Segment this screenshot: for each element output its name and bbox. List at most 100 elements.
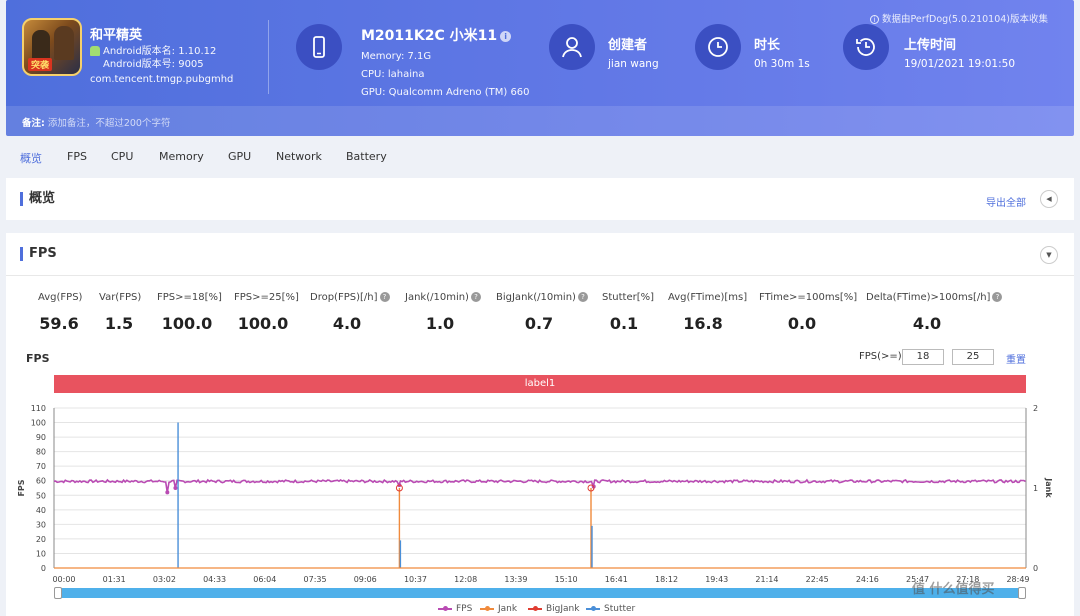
metric-label: FPS>=25[%] [234,292,299,303]
legend-swatch [586,605,600,611]
info-icon: i [870,15,880,24]
overview-title: 概览 [20,192,55,206]
header-divider [268,20,269,94]
help-icon[interactable]: ? [992,292,1003,302]
tab-gpu[interactable]: GPU [228,150,251,163]
x-tick-label: 21:14 [755,575,778,584]
metric-value: 0.7 [524,314,554,333]
legend-item-stutter[interactable]: Stutter [586,604,635,614]
y2-tick-label: 1 [1033,484,1038,493]
y-tick-label: 70 [36,462,46,471]
tab-bar: 概览 FPS CPU Memory GPU Network Battery [0,138,1080,174]
info-icon[interactable]: i [500,30,512,42]
tab-battery[interactable]: Battery [346,150,387,163]
legend-label: FPS [456,604,473,614]
metric-value: 0.1 [609,314,639,333]
legend-item-bigjank[interactable]: BigJank [528,604,579,614]
watermark: 值 什么值得买 [912,582,995,597]
slider-handle-right[interactable] [1018,587,1026,599]
x-tick-label: 16:41 [605,575,628,584]
metric-label: BigJank(/10min)? [496,292,588,303]
fps-threshold-input-2[interactable]: 25 [952,349,994,365]
app-package: com.tencent.tmgp.pubgmhd [90,74,234,85]
x-tick-label: 04:33 [203,575,226,584]
slider-handle-left[interactable] [54,587,62,599]
x-tick-label: 15:10 [555,575,578,584]
y-tick-label: 100 [31,419,46,428]
legend-label: BigJank [546,604,580,614]
export-all-link[interactable]: 导出全部 [986,194,1026,209]
creator-value: jian wang [608,58,659,70]
metric-label: Jank(/10min)? [405,292,481,303]
metric-label: Avg(FTime)[ms] [668,292,748,303]
legend-label: Stutter [604,604,636,614]
metric-label: Drop(FPS)[/h]? [310,292,390,303]
metric-value: 0.0 [787,314,817,333]
collector-notice: i 数据由PerfDog(5.0.210104)版本收集 [870,11,1048,25]
note-bar[interactable]: 备注: 添加备注，不超过200个字符 [6,106,1074,136]
fps-series-line [53,478,1026,493]
x-tick-label: 00:00 [52,575,75,584]
tab-fps[interactable]: FPS [67,150,87,163]
session-header: 突袭 和平精英 Android版本名: 1.10.12 Android版本号: … [6,0,1074,136]
fps-section-title: FPS [20,247,57,261]
legend-item-jank[interactable]: Jank [480,604,517,614]
y-tick-label: 110 [31,404,46,413]
tab-cpu[interactable]: CPU [111,150,133,163]
x-tick-label: 22:45 [806,575,829,584]
help-icon[interactable]: ? [470,292,481,302]
collapse-icon[interactable]: ◀ [1040,190,1058,208]
fps-threshold-label: FPS(>=) [859,351,902,362]
app-icon: 突袭 [22,18,82,76]
tab-memory[interactable]: Memory [159,150,204,163]
divider [6,275,1074,276]
fps-threshold-input-1[interactable]: 18 [902,349,944,365]
metric-label: Avg(FPS) [38,292,83,303]
x-tick-label: 13:39 [504,575,527,584]
y-tick-label: 50 [36,491,46,500]
reset-button[interactable]: 重置 [1006,351,1026,366]
help-icon[interactable]: ? [379,292,390,302]
y2-tick-label: 0 [1033,564,1038,573]
y-tick-label: 90 [36,433,46,442]
upload-value: 19/01/2021 19:01:50 [904,58,1016,70]
metric-label: Var(FPS) [99,292,142,303]
x-tick-label: 06:04 [253,575,276,584]
note-label: 备注: [22,118,45,129]
y-axis-title: FPS [17,479,26,496]
metric-label: Delta(FTime)>100ms[/h]? [866,292,1003,303]
y2-axis-title: Jank [1044,477,1053,498]
android-icon [90,46,100,56]
duration-title: 时长 [754,38,781,53]
chart-title: FPS [26,352,50,365]
help-icon[interactable]: ? [577,292,588,302]
x-tick-label: 09:06 [354,575,377,584]
overview-card: 概览 导出全部 ◀ [6,178,1074,220]
label-bar[interactable]: label1 [54,375,1026,393]
x-tick-label: 03:02 [153,575,176,584]
fps-chart: 0 10 20 30 40 50 60 70 80 90 100 110 0 1 2 FPS Jank 00:00… [17,404,1053,584]
metric-label: FTime>=100ms[%] [759,292,858,303]
time-range-slider[interactable] [54,587,1026,599]
app-name: 和平精英 [90,28,143,43]
y-tick-label: 0 [41,564,46,573]
y-tick-label: 10 [36,549,46,558]
y-tick-label: 80 [36,448,46,457]
legend-swatch [438,605,452,611]
duration-value: 0h 30m 1s [754,58,810,70]
clock-icon [695,24,741,70]
device-cpu: CPU: lahaina [361,69,425,80]
fps-dip-point [173,486,178,490]
expand-icon[interactable]: ▼ [1040,246,1058,264]
legend-label: Jank [498,604,518,614]
tab-network[interactable]: Network [276,150,322,163]
note-input[interactable]: 添加备注，不超过200个字符 [48,118,171,129]
metric-value: 16.8 [683,314,723,333]
upload-title: 上传时间 [904,38,957,53]
metric-value: 4.0 [912,314,942,333]
legend-item-fps[interactable]: FPS [438,604,472,614]
creator-title: 创建者 [608,38,648,53]
metric-value: 100.0 [237,314,289,333]
user-icon [549,24,595,70]
tab-overview[interactable]: 概览 [20,150,42,166]
